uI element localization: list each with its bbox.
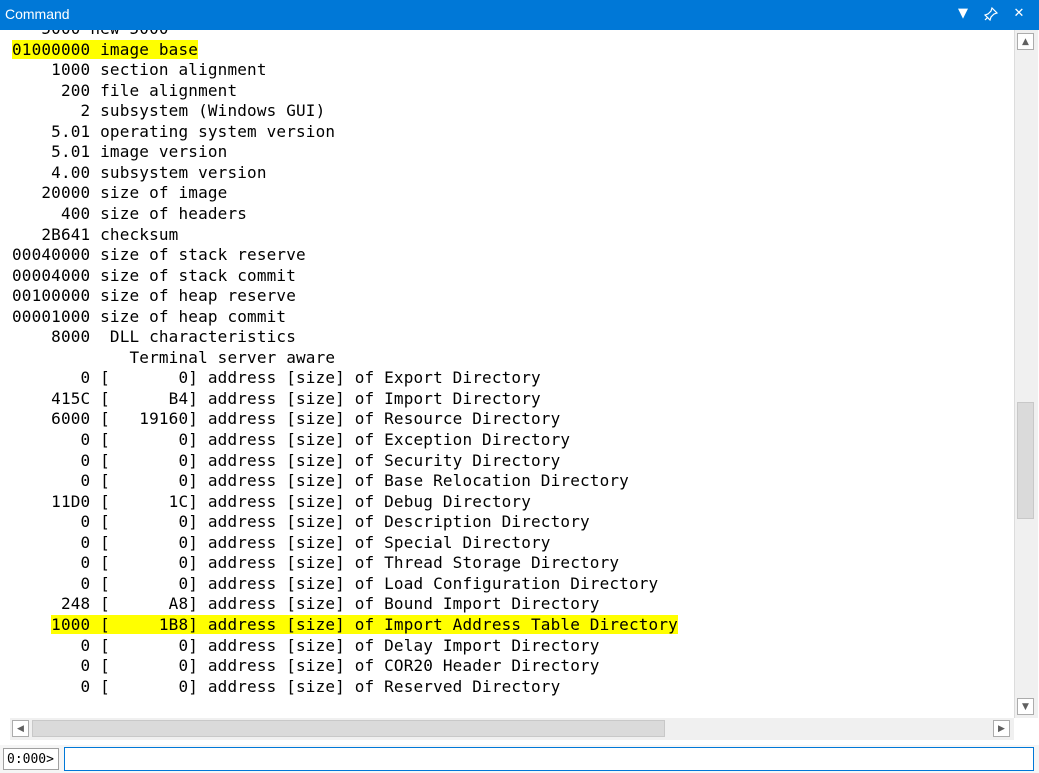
horizontal-scroll-thumb[interactable] [32, 720, 665, 737]
output-line: 0 [ 0] address [size] of Description Dir… [12, 512, 590, 532]
highlighted-text: 1000 [ 1B8] address [size] of Import Add… [51, 614, 678, 634]
arrow-down-icon[interactable]: ▼ [1017, 698, 1034, 715]
output-line: 1000 [ 1B8] address [size] of Import Add… [12, 614, 678, 635]
output-line: 400 size of headers [12, 203, 248, 223]
arrow-right-icon[interactable]: ▶ [993, 720, 1010, 737]
output-line: 4.00 subsystem version [12, 162, 267, 182]
output-line: 2 subsystem (Windows GUI) [12, 101, 326, 121]
output-line: 1000 section alignment [12, 60, 267, 80]
output-line: 20000 size of image [12, 183, 228, 203]
output-line: 0 [ 0] address [size] of Security Direct… [12, 450, 561, 470]
arrow-left-icon[interactable]: ◀ [12, 720, 29, 737]
output-line: 0 [ 0] address [size] of COR20 Header Di… [12, 656, 600, 676]
output-line: 8000 DLL characteristics [12, 327, 296, 347]
command-input[interactable] [64, 747, 1034, 771]
pin-icon[interactable] [980, 3, 1002, 25]
output-line: 248 [ A8] address [size] of Bound Import… [12, 594, 600, 614]
output-line: 00001000 size of heap commit [12, 306, 287, 326]
output-line: 0 [ 0] address [size] of Reserved Direct… [12, 676, 561, 696]
vertical-scroll-thumb[interactable] [1017, 402, 1034, 519]
output-line: 0 [ 0] address [size] of Special Directo… [12, 532, 551, 552]
close-icon[interactable]: ✕ [1008, 3, 1030, 25]
output-line: 00100000 size of heap reserve [12, 286, 296, 306]
output-line: 0 [ 0] address [size] of Load Configurat… [12, 573, 659, 593]
output-line: 5000 new 5000 [12, 30, 169, 39]
output-line: 0 [ 0] address [size] of Base Relocation… [12, 471, 629, 491]
output-line: 00040000 size of stack reserve [12, 245, 306, 265]
output-line: 6000 [ 19160] address [size] of Resource… [12, 409, 561, 429]
command-output[interactable]: 5000 new 500001000000 image base 1000 se… [0, 30, 1013, 718]
output-line: 0 [ 0] address [size] of Export Director… [12, 368, 541, 388]
vertical-scrollbar[interactable]: ▲ ▼ [1014, 30, 1038, 718]
output-line: Terminal server aware [12, 347, 336, 367]
window-titlebar: Command ▼ ✕ [0, 0, 1039, 30]
output-line: 0 [ 0] address [size] of Delay Import Di… [12, 635, 600, 655]
output-line: 415C [ B4] address [size] of Import Dire… [12, 388, 541, 408]
output-line: 0 [ 0] address [size] of Exception Direc… [12, 430, 571, 449]
output-line: 11D0 [ 1C] address [size] of Debug Direc… [12, 491, 532, 511]
output-line: 5.01 operating system version [12, 121, 336, 141]
command-prompt: 0:000> [3, 748, 59, 770]
window-title: Command [5, 6, 70, 22]
output-line: 5.01 image version [12, 142, 228, 162]
command-bar: 0:000> [0, 745, 1039, 773]
output-line: 200 file alignment [12, 80, 238, 100]
arrow-up-icon[interactable]: ▲ [1017, 33, 1034, 50]
output-line: 00004000 size of stack commit [12, 265, 296, 285]
output-line: 01000000 image base [12, 39, 199, 60]
output-line: 0 [ 0] address [size] of Thread Storage … [12, 553, 620, 573]
output-line: 2B641 checksum [12, 224, 179, 244]
highlighted-text: 01000000 image base [12, 39, 199, 59]
horizontal-scrollbar[interactable]: ◀ ▶ [10, 718, 1014, 740]
chevron-down-icon[interactable]: ▼ [952, 3, 974, 25]
